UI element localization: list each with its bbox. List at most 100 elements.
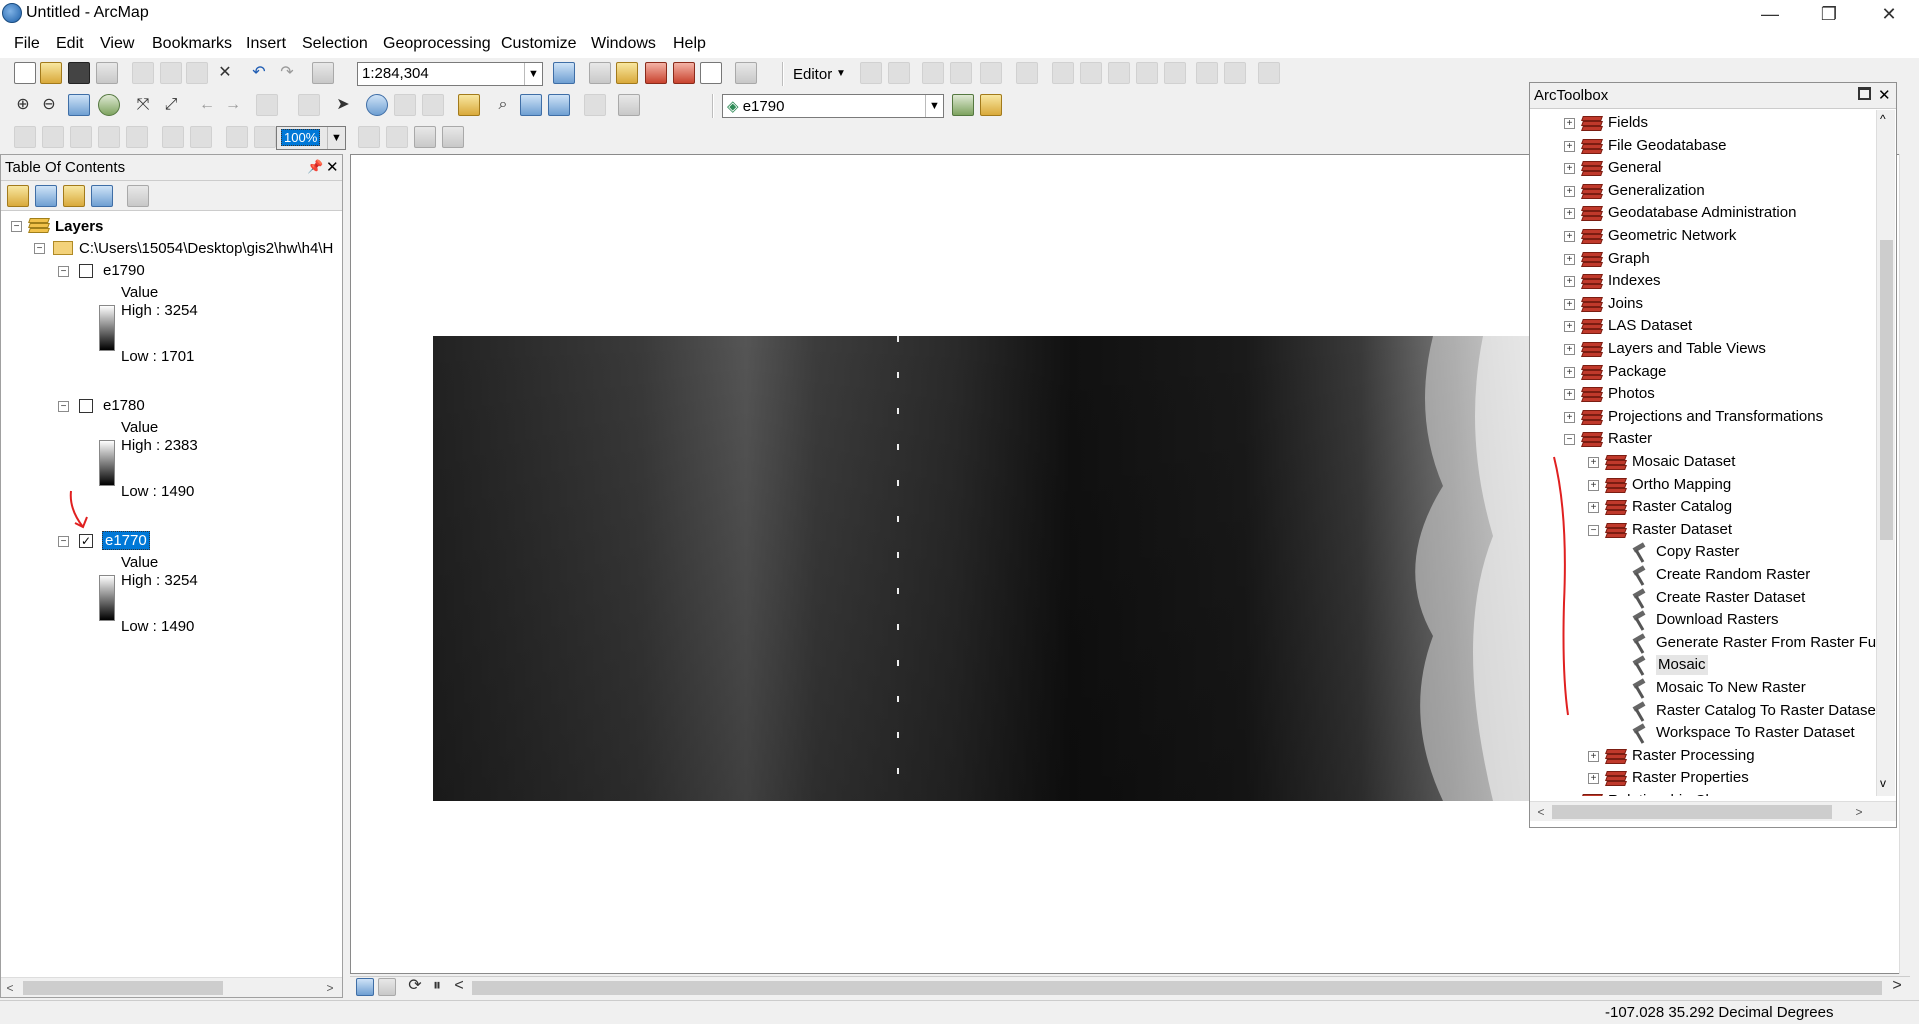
- forward-arrow-icon[interactable]: →: [222, 94, 244, 116]
- expand-toggle-icon[interactable]: +: [1564, 185, 1575, 197]
- collapse-layers-icon[interactable]: −: [11, 221, 22, 232]
- collapse-folder-icon[interactable]: −: [34, 243, 45, 254]
- split-icon[interactable]: [1136, 62, 1158, 84]
- save-icon[interactable]: [68, 62, 90, 84]
- close-icon[interactable]: ✕: [326, 158, 339, 176]
- cut-icon[interactable]: [132, 62, 154, 84]
- map-vertical-scrollbar[interactable]: [1899, 154, 1918, 974]
- expand-toggle-icon[interactable]: +: [1564, 298, 1575, 310]
- toolbox-item[interactable]: Raster Dataset: [1632, 520, 1732, 540]
- toolbox-item[interactable]: Ortho Mapping: [1632, 475, 1731, 495]
- georef-tool-1-icon[interactable]: [14, 126, 36, 148]
- tool-item[interactable]: Workspace To Raster Dataset: [1656, 723, 1855, 743]
- trace-icon[interactable]: [980, 62, 1002, 84]
- editor-menu-button[interactable]: Editor: [793, 66, 832, 83]
- scroll-down-icon[interactable]: v: [1880, 776, 1886, 790]
- go-to-xy-icon[interactable]: [548, 94, 570, 116]
- fixed-zoom-out-icon[interactable]: ⤢: [160, 94, 182, 116]
- collapse-layer-e1780-icon[interactable]: −: [58, 401, 69, 412]
- find-binoculars-icon[interactable]: ⌕: [492, 94, 514, 116]
- sketch-properties-icon[interactable]: [1224, 62, 1246, 84]
- toolbox-item[interactable]: Generalization: [1608, 181, 1705, 201]
- expand-toggle-icon[interactable]: +: [1564, 118, 1575, 129]
- close-icon[interactable]: ✕: [1878, 86, 1891, 104]
- tool-item[interactable]: Download Rasters: [1656, 610, 1779, 630]
- arctoolbox-scroll-thumb[interactable]: [1880, 240, 1893, 540]
- toolbox-item[interactable]: Package: [1608, 362, 1666, 382]
- expand-toggle-icon[interactable]: +: [1564, 231, 1575, 242]
- toolbox-item[interactable]: Geodatabase Administration: [1608, 203, 1796, 223]
- attributes-icon[interactable]: [1196, 62, 1218, 84]
- find-route-icon[interactable]: [520, 94, 542, 116]
- scroll-right-icon[interactable]: >: [321, 978, 339, 998]
- list-by-visibility-icon[interactable]: [63, 185, 85, 207]
- data-view-icon[interactable]: [356, 978, 374, 996]
- zoom-percent-combo[interactable]: 100% ▼: [276, 126, 346, 150]
- tool-item[interactable]: Generate Raster From Raster Fun: [1656, 633, 1876, 653]
- arctoolbox-icon[interactable]: [673, 62, 695, 84]
- tool-item[interactable]: Mosaic To New Raster: [1656, 678, 1806, 698]
- georef-tool-3-icon[interactable]: [70, 126, 92, 148]
- expand-toggle-icon[interactable]: +: [1564, 253, 1575, 265]
- open-folder-icon[interactable]: [40, 62, 62, 84]
- redo-icon[interactable]: ↷: [276, 62, 298, 84]
- model-builder-icon[interactable]: [735, 62, 757, 84]
- layer-e1790-checkbox[interactable]: [79, 264, 93, 278]
- toolbox-item[interactable]: Raster: [1608, 429, 1652, 449]
- expand-toggle-icon[interactable]: +: [1588, 457, 1599, 468]
- toolbox-item[interactable]: Geometric Network: [1608, 226, 1736, 246]
- list-by-source-icon[interactable]: [35, 185, 57, 207]
- expand-toggle-icon[interactable]: +: [1588, 502, 1599, 514]
- add-data-icon[interactable]: [312, 62, 334, 84]
- menu-file[interactable]: File: [14, 35, 40, 53]
- georef-tool-6-icon[interactable]: [162, 126, 184, 148]
- layout-change-icon[interactable]: [442, 126, 464, 148]
- scroll-left-icon[interactable]: <: [448, 975, 470, 997]
- layers-root-label[interactable]: Layers: [55, 217, 103, 237]
- edit-vertices-icon[interactable]: [1052, 62, 1074, 84]
- tool-item[interactable]: Mosaic: [1656, 655, 1708, 676]
- histogram-icon[interactable]: [980, 94, 1002, 116]
- toc-horizontal-scrollbar[interactable]: < >: [1, 977, 342, 997]
- editor-dropdown-icon[interactable]: ▼: [836, 68, 846, 79]
- paste-icon[interactable]: [186, 62, 208, 84]
- layout-page-icon[interactable]: [358, 126, 380, 148]
- html-popup-icon[interactable]: [422, 94, 444, 116]
- delete-icon[interactable]: ✕: [214, 62, 236, 84]
- tool-item[interactable]: Create Random Raster: [1656, 565, 1810, 585]
- edit-annotation-icon[interactable]: [888, 62, 910, 84]
- straight-segment-icon[interactable]: [922, 62, 944, 84]
- scroll-up-icon[interactable]: ^: [1880, 112, 1886, 126]
- expand-toggle-icon[interactable]: +: [1564, 321, 1575, 333]
- python-window-icon[interactable]: [700, 62, 722, 84]
- pan-hand-icon[interactable]: [68, 94, 90, 116]
- expand-toggle-icon[interactable]: +: [1564, 411, 1575, 423]
- editor-toolbar-icon[interactable]: [553, 62, 575, 84]
- scroll-right-icon[interactable]: >: [1886, 975, 1908, 997]
- minimize-button[interactable]: —: [1741, 0, 1799, 30]
- toolbox-item[interactable]: General: [1608, 158, 1661, 178]
- georef-tool-5-icon[interactable]: [126, 126, 148, 148]
- toolbox-item[interactable]: LAS Dataset: [1608, 316, 1692, 336]
- table-of-contents-icon[interactable]: [589, 62, 611, 84]
- back-arrow-icon[interactable]: ←: [196, 94, 218, 116]
- map-scale-combo[interactable]: 1:284,304 ▼: [357, 62, 543, 86]
- menu-geoprocessing[interactable]: Geoprocessing: [383, 35, 491, 53]
- layout-pan-icon[interactable]: [414, 126, 436, 148]
- cut-polygons-icon[interactable]: [1108, 62, 1130, 84]
- maximize-panel-icon[interactable]: [1858, 87, 1871, 100]
- layer-e1770-label[interactable]: e1770: [102, 531, 150, 550]
- rotate-icon[interactable]: [1164, 62, 1186, 84]
- zoom-out-icon[interactable]: ⊖: [38, 94, 60, 116]
- point-icon[interactable]: [1016, 62, 1038, 84]
- end-point-arc-icon[interactable]: [950, 62, 972, 84]
- expand-toggle-icon[interactable]: +: [1564, 163, 1575, 175]
- georef-tool-8-icon[interactable]: [226, 126, 248, 148]
- expand-toggle-icon[interactable]: +: [1564, 389, 1575, 401]
- new-document-icon[interactable]: [14, 62, 36, 84]
- expand-toggle-icon[interactable]: −: [1564, 434, 1575, 446]
- pause-drawing-icon[interactable]: ⏸: [426, 975, 448, 997]
- menu-edit[interactable]: Edit: [56, 35, 84, 53]
- toolbox-item[interactable]: Graph: [1608, 249, 1650, 269]
- menu-customize[interactable]: Customize: [501, 35, 577, 53]
